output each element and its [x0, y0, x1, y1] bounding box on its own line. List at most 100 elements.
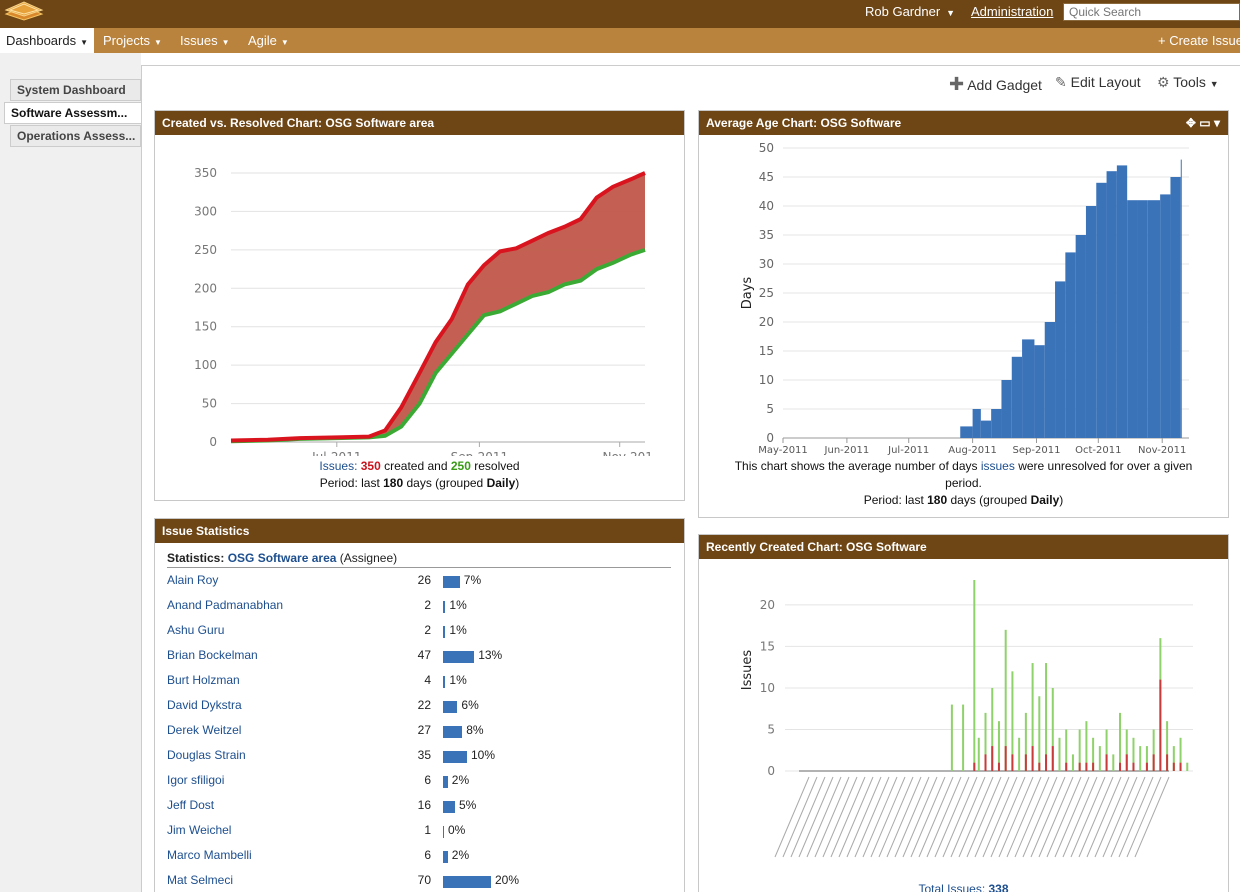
- resolved-bar: [1179, 762, 1182, 771]
- created-vs-resolved-chart: 0 50 100 150 200 250 300 350 Jul-2011 Sep-2011 Nov…: [194, 166, 653, 456]
- created-bar: [1018, 737, 1021, 771]
- assignee-link[interactable]: Mat Selmeci: [167, 873, 233, 887]
- y-tick-label: 15: [759, 344, 774, 358]
- nav-tab-label: Issues: [180, 33, 218, 48]
- percent-label: 7%: [463, 573, 482, 587]
- maximize-icon[interactable]: ▭: [1199, 116, 1210, 130]
- resolved-bar: [1051, 746, 1054, 771]
- divider: [167, 567, 671, 568]
- average-age-gadget: Average Age Chart: OSG Software ✥ ▭ ▾ 0 5…: [698, 110, 1229, 518]
- percent-label: 0%: [448, 823, 466, 837]
- y-tick-label: 5: [767, 722, 775, 736]
- quick-search-input[interactable]: [1063, 3, 1240, 21]
- assignee-link[interactable]: Anand Padmanabhan: [167, 598, 283, 612]
- gadget-menu-icon[interactable]: ▾: [1214, 116, 1220, 130]
- created-bar: [1071, 754, 1074, 771]
- resolved-bar: [1004, 746, 1007, 771]
- assignee-link[interactable]: Derek Weitzel: [167, 723, 241, 737]
- add-gadget-button[interactable]: ✚ Add Gadget: [949, 74, 1042, 95]
- total-issues-label: Total Issues:: [918, 882, 986, 892]
- nav-tab-agile[interactable]: Agile ▼: [242, 28, 295, 53]
- sidebar-tab-software-assessment[interactable]: Software Assessm...: [4, 102, 142, 124]
- chevron-down-icon[interactable]: ▼: [154, 38, 162, 47]
- resolved-bar: [1105, 754, 1108, 771]
- y-tick-label: 150: [194, 320, 217, 334]
- recently-created-gadget: Recently Created Chart: OSG Software 0 5 1…: [698, 534, 1229, 892]
- tools-button[interactable]: ⚙ Tools ▼: [1157, 74, 1219, 91]
- table-row: Anand Padmanabhan 2 1%: [167, 598, 671, 618]
- chevron-down-icon[interactable]: ▼: [281, 38, 289, 47]
- period-days: 180: [383, 476, 404, 490]
- chevron-down-icon[interactable]: ▼: [946, 8, 955, 18]
- percent-bar: [443, 776, 448, 788]
- administration-link[interactable]: Administration: [971, 4, 1053, 19]
- chevron-down-icon[interactable]: ▼: [80, 38, 88, 47]
- y-tick-label: 35: [759, 228, 774, 242]
- assignee-link[interactable]: Burt Holzman: [167, 673, 240, 687]
- table-row: Jeff Dost 16 5%: [167, 798, 671, 818]
- user-menu[interactable]: Rob Gardner ▼: [865, 4, 955, 19]
- resolved-bar: [1145, 762, 1148, 771]
- issue-count: 2: [424, 623, 431, 637]
- create-issue-button[interactable]: + Create Issue: [1158, 28, 1240, 53]
- gadget-title[interactable]: Issue Statistics: [155, 519, 684, 543]
- gadget-title[interactable]: Recently Created Chart: OSG Software: [699, 535, 1228, 559]
- resolved-bar: [1092, 762, 1095, 771]
- add-gadget-label: Add Gadget: [967, 77, 1042, 93]
- assignee-link[interactable]: Igor sfiligoi: [167, 773, 224, 787]
- issue-statistics-gadget: Issue Statistics Statistics: OSG Softwar…: [154, 518, 685, 892]
- nav-tab-projects[interactable]: Projects ▼: [97, 28, 168, 53]
- y-tick-label: 250: [194, 243, 217, 257]
- issue-count: 26: [417, 573, 431, 587]
- chart-caption: Total Issues: 338: [699, 881, 1228, 892]
- chevron-down-icon[interactable]: ▼: [222, 38, 230, 47]
- move-icon[interactable]: ✥: [1186, 116, 1196, 130]
- table-row: Burt Holzman 4 1%: [167, 673, 671, 693]
- edit-layout-button[interactable]: ✎ Edit Layout: [1055, 74, 1141, 91]
- assignee-link[interactable]: Douglas Strain: [167, 748, 246, 762]
- jira-logo-icon[interactable]: [2, 0, 46, 22]
- assignee-link[interactable]: Jeff Dost: [167, 798, 214, 812]
- caption-text: created and: [384, 459, 448, 473]
- age-bar: [1096, 182, 1107, 438]
- user-name[interactable]: Rob Gardner: [865, 4, 940, 19]
- gadget-title[interactable]: Created vs. Resolved Chart: OSG Software…: [155, 111, 684, 135]
- total-issues-value[interactable]: 338: [989, 882, 1009, 892]
- tools-label: Tools: [1173, 74, 1206, 90]
- sidebar-tab-operations-assessment[interactable]: Operations Assess...: [10, 125, 141, 147]
- assignee-link[interactable]: Brian Bockelman: [167, 648, 258, 662]
- issues-link[interactable]: Issues:: [319, 459, 357, 473]
- percent-label: 2%: [451, 773, 470, 787]
- assignee-link[interactable]: Jim Weichel: [167, 823, 231, 837]
- sidebar-tab-system-dashboard[interactable]: System Dashboard: [10, 79, 141, 101]
- chart-caption: This chart shows the average number of d…: [699, 458, 1228, 509]
- gadget-title[interactable]: Average Age Chart: OSG Software: [706, 116, 901, 130]
- created-bar: [950, 704, 953, 771]
- percent-bar: [443, 701, 458, 713]
- percent-bar: [443, 726, 463, 738]
- created-bar: [1058, 737, 1061, 771]
- assignee-link[interactable]: Marco Mambelli: [167, 848, 252, 862]
- age-bar: [1085, 206, 1097, 438]
- created-bar: [1098, 746, 1101, 771]
- assignee-link[interactable]: Alain Roy: [167, 573, 218, 587]
- age-bar: [1127, 200, 1138, 438]
- assignee-link[interactable]: Ashu Guru: [167, 623, 224, 637]
- stats-filter-link[interactable]: OSG Software area: [228, 551, 337, 565]
- issues-link[interactable]: issues: [981, 459, 1015, 473]
- stats-heading: Statistics: OSG Software area (Assignee): [167, 551, 397, 565]
- percent-bar: [443, 826, 444, 838]
- y-tick-label: 20: [760, 598, 775, 612]
- y-tick-label: 25: [759, 286, 774, 300]
- assignee-link[interactable]: David Dykstra: [167, 698, 242, 712]
- percent-bar: [443, 876, 491, 888]
- resolved-bar: [1038, 762, 1041, 771]
- resolved-bar: [1011, 754, 1014, 771]
- age-bar: [1180, 159, 1182, 438]
- resolved-bar: [1045, 754, 1048, 771]
- nav-tab-issues[interactable]: Issues ▼: [174, 28, 236, 53]
- y-tick-label: 30: [759, 257, 774, 271]
- percent-label: 20%: [495, 873, 520, 887]
- nav-tab-dashboards[interactable]: Dashboards ▼: [0, 28, 95, 53]
- created-bar: [1186, 762, 1189, 771]
